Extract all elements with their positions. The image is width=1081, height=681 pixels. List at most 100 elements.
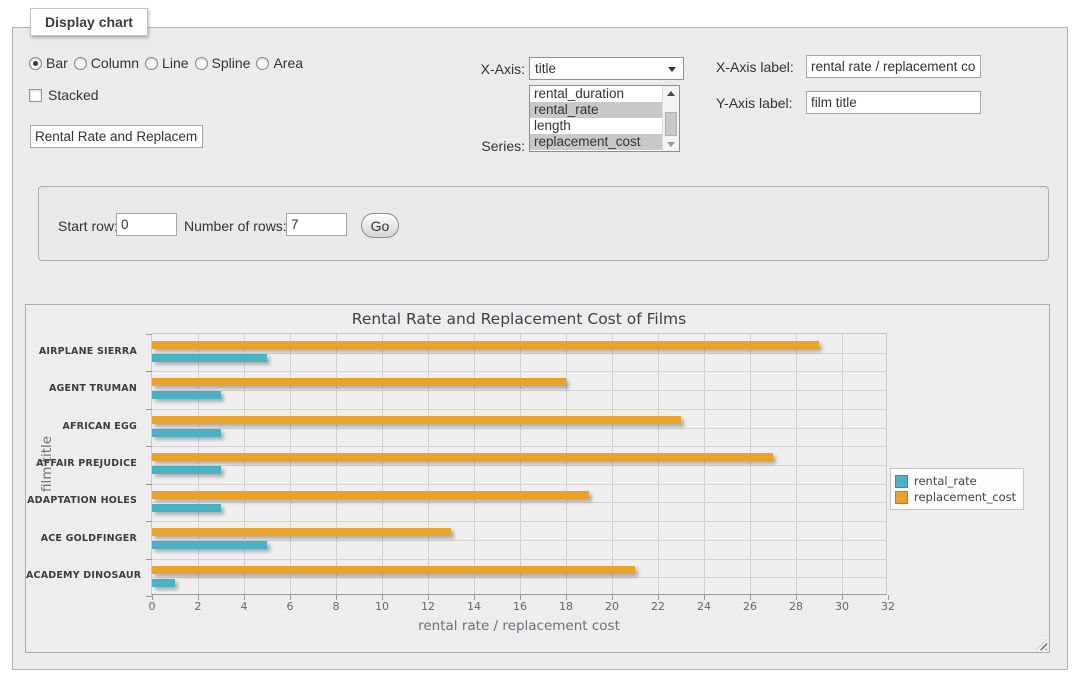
bar-rental_rate [152,579,175,587]
x-tick-label: 26 [735,600,765,613]
series-option-replacement-cost[interactable]: replacement_cost [530,134,662,150]
radio-column[interactable] [74,57,87,70]
legend-swatch-icon [895,475,908,488]
scroll-down-icon[interactable] [665,138,677,150]
radio-option-area: Area [256,55,303,71]
x-tick-label: 20 [597,600,627,613]
x-axis-select-label: X-Axis: [443,61,525,77]
chart-title-input[interactable] [30,125,203,148]
gridline [152,559,886,560]
series-select-label: Series: [443,138,525,154]
x-tick-label: 18 [551,600,581,613]
start-row-input[interactable] [116,213,177,236]
y-tick-mark [146,446,152,447]
radio-bar[interactable] [29,57,42,70]
gridline [704,334,705,594]
legend-swatch-icon [895,491,908,504]
radio-area[interactable] [256,57,269,70]
plot-area: 02468101214161820222426283032 [151,333,887,595]
x-tick-label: 14 [459,600,489,613]
scrollbar-thumb[interactable] [665,112,677,136]
display-chart-panel: Display chart Bar Column Line Spline Are… [12,27,1068,670]
y-tick-mark [146,334,152,335]
radio-option-line: Line [145,55,188,71]
bar-rental_rate [152,354,267,362]
gridline [198,334,199,594]
gridline [152,371,886,372]
num-rows-input[interactable] [286,213,347,236]
panel-title: Display chart [30,8,148,36]
bar-replacement_cost [152,528,451,536]
y-category-label: AFFAIR PREJUDICE [26,458,144,469]
gridline [152,484,886,485]
gridline [152,521,886,522]
x-axis-caption-input[interactable] [806,55,981,78]
series-option-rental-rate[interactable]: rental_rate [530,102,662,118]
scroll-up-icon[interactable] [665,87,677,99]
series-scrollbar[interactable] [662,86,679,151]
x-tick-label: 22 [643,600,673,613]
bar-rental_rate [152,504,221,512]
gridline [152,390,886,391]
gridline [474,334,475,594]
y-axis-caption-input[interactable] [806,91,981,114]
radio-spline-label[interactable]: Spline [212,55,251,71]
chevron-down-icon [668,67,676,72]
chart-title: Rental Rate and Replacement Cost of Film… [151,310,887,328]
x-axis-title: rental rate / replacement cost [151,618,887,634]
start-row-label: Start row: [58,218,118,234]
gridline [520,334,521,594]
y-category-label: AIRPLANE SIERRA [26,346,144,357]
num-rows-label: Number of rows: [184,218,287,234]
bar-replacement_cost [152,491,589,499]
gridline [290,334,291,594]
x-tick-label: 16 [505,600,535,613]
bar-replacement_cost [152,566,635,574]
radio-option-column: Column [74,55,139,71]
y-category-label: AFRICAN EGG [26,421,144,432]
bar-replacement_cost [152,416,681,424]
radio-area-label[interactable]: Area [273,55,303,71]
y-category-label: AGENT TRUMAN [26,383,144,394]
gridline [842,334,843,594]
series-option-length[interactable]: length [530,118,662,134]
resize-handle-icon[interactable] [1036,639,1047,650]
legend-item: rental_rate [895,473,1016,489]
stacked-label[interactable]: Stacked [48,87,99,103]
x-tick-label: 6 [275,600,305,613]
gridline [244,334,245,594]
series-option-rental-duration[interactable]: rental_duration [530,86,662,102]
legend-label: replacement_cost [914,490,1016,504]
y-category-label: ADAPTATION HOLES [26,495,144,506]
radio-spline[interactable] [195,57,208,70]
x-tick-label: 30 [827,600,857,613]
bar-rental_rate [152,466,221,474]
x-tick-label: 8 [321,600,351,613]
bar-rental_rate [152,541,267,549]
gridline [566,334,567,594]
gridline [336,334,337,594]
gridline [658,334,659,594]
bar-replacement_cost [152,378,566,386]
x-axis-select[interactable]: title [529,57,684,80]
radio-column-label[interactable]: Column [91,55,139,71]
gridline [750,334,751,594]
gridline [152,446,886,447]
bar-rental_rate [152,429,221,437]
radio-line-label[interactable]: Line [162,55,188,71]
y-axis-caption-label: Y-Axis label: [716,95,793,111]
stacked-checkbox[interactable] [29,89,42,102]
x-tick-label: 10 [367,600,397,613]
radio-option-spline: Spline [195,55,251,71]
bar-rental_rate [152,391,221,399]
gridline [382,334,383,594]
gridline [152,502,886,503]
x-tick-label: 24 [689,600,719,613]
gridline [796,334,797,594]
go-button[interactable]: Go [361,213,399,238]
radio-bar-label[interactable]: Bar [46,55,68,71]
radio-line[interactable] [145,57,158,70]
series-listbox[interactable]: rental_duration rental_rate length repla… [529,85,680,152]
gridline [152,465,886,466]
row-range-box: Start row: Number of rows: Go [38,186,1049,261]
